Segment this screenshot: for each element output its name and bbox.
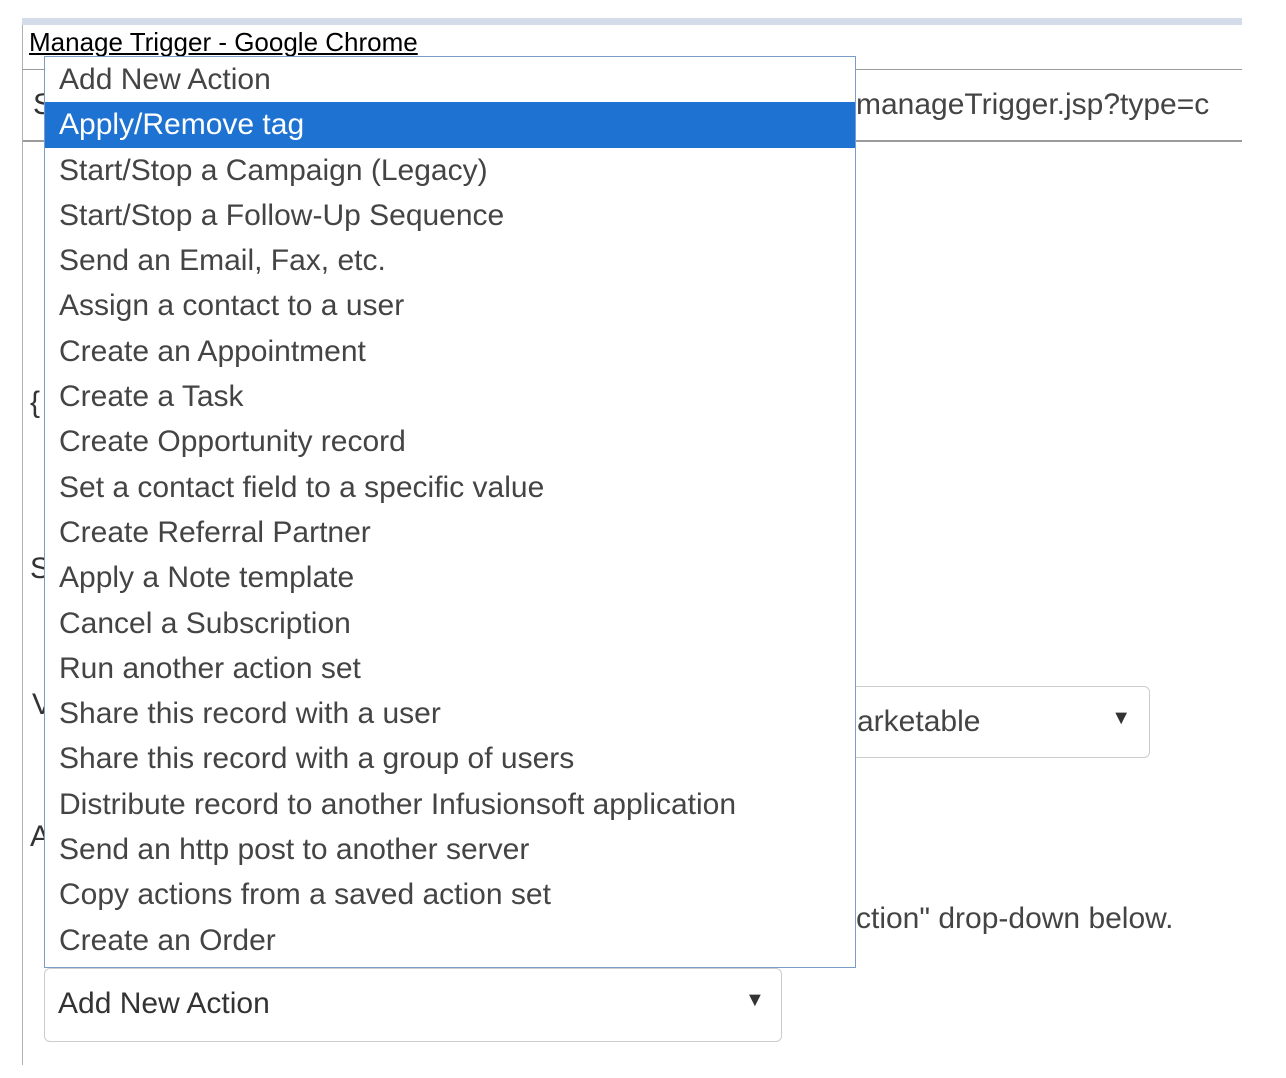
window-left-border	[22, 25, 23, 1065]
status-select[interactable]: arketable ▼	[820, 686, 1150, 758]
dropdown-option[interactable]: Cancel a Subscription	[45, 601, 855, 646]
dropdown-option[interactable]: Apply/Remove tag	[45, 102, 855, 148]
dropdown-option[interactable]: Share this record with a group of users	[45, 736, 855, 781]
address-url[interactable]: manageTrigger.jsp?type=c	[856, 88, 1242, 122]
window-top-border	[22, 18, 1242, 25]
dropdown-option[interactable]: Create Opportunity record	[45, 419, 855, 464]
dropdown-option[interactable]: Set a contact field to a specific value	[45, 465, 855, 510]
dropdown-option[interactable]: Create an Order	[45, 918, 855, 963]
dropdown-option[interactable]: Add New Action	[45, 57, 855, 102]
chevron-down-icon: ▼	[745, 989, 765, 1011]
dropdown-option[interactable]: Create an Appointment	[45, 329, 855, 374]
dropdown-option[interactable]: Create Referral Partner	[45, 510, 855, 555]
dropdown-option[interactable]: Send an Email, Fax, etc.	[45, 238, 855, 283]
chevron-down-icon: ▼	[1111, 707, 1131, 729]
dropdown-option[interactable]: Run another action set	[45, 646, 855, 691]
window-title: Manage Trigger - Google Chrome	[29, 27, 418, 57]
dropdown-option[interactable]: Start/Stop a Follow-Up Sequence	[45, 193, 855, 238]
dropdown-option[interactable]: Start/Stop a Campaign (Legacy)	[45, 148, 855, 193]
dropdown-option[interactable]: Create a Task	[45, 374, 855, 419]
action-dropdown-list[interactable]: Add New Action Apply/Remove tag Start/Stop…	[44, 56, 856, 968]
status-select-value: arketable	[857, 705, 981, 738]
dropdown-option[interactable]: Share this record with a user	[45, 691, 855, 736]
instruction-text: ction" drop-down below.	[856, 902, 1174, 935]
top-strip	[0, 0, 1286, 18]
action-select-value: Add New Action	[58, 987, 270, 1020]
dropdown-option[interactable]: Distribute record to another Infusionsof…	[45, 782, 855, 827]
dropdown-option[interactable]: Apply a Note template	[45, 555, 855, 600]
add-new-action-select[interactable]: Add New Action ▼	[44, 968, 782, 1042]
dropdown-option[interactable]: Copy actions from a saved action set	[45, 872, 855, 917]
dropdown-option[interactable]: Assign a contact to a user	[45, 283, 855, 328]
background-fragment: {	[30, 386, 41, 419]
dropdown-option[interactable]: Send an http post to another server	[45, 827, 855, 872]
